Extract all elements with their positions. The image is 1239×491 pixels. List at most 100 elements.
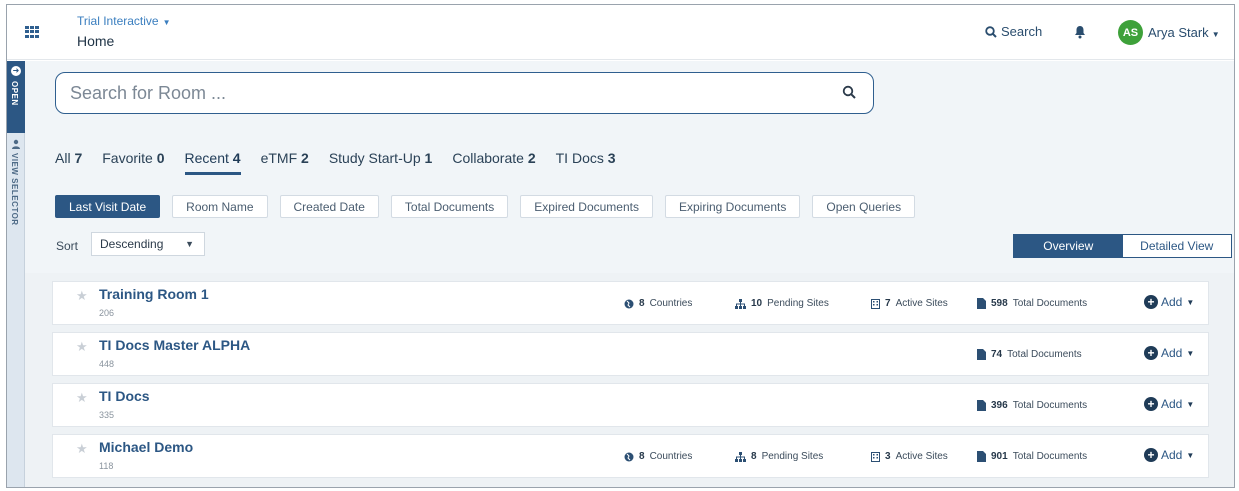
- favorite-star-icon[interactable]: ★: [76, 390, 88, 406]
- room-id: 206: [99, 308, 115, 318]
- tab-count: 0: [156, 150, 165, 166]
- room-id: 118: [99, 461, 114, 471]
- active-sites-stat: 3 Active Sites: [871, 451, 948, 462]
- room-list: ★ Training Room 1 206 8 Countries 10 Pendi…: [25, 273, 1234, 487]
- room-row[interactable]: ★ TI Docs Master ALPHA 448 74 Total Docum…: [52, 332, 1209, 376]
- add-button[interactable]: + Add ▼: [1144, 346, 1194, 360]
- favorite-star-icon[interactable]: ★: [76, 441, 88, 457]
- building-icon: [871, 299, 880, 309]
- plus-circle-icon: +: [1144, 448, 1158, 462]
- room-id: 448: [99, 359, 115, 369]
- room-name[interactable]: Michael Demo: [99, 439, 193, 455]
- favorite-star-icon[interactable]: ★: [76, 288, 88, 304]
- sort-chip-open-queries[interactable]: Open Queries: [812, 195, 916, 218]
- total-documents-count: 74: [991, 349, 1003, 360]
- header-search-label: Search: [1001, 24, 1043, 39]
- tab-ti-docs[interactable]: TI Docs 3: [556, 150, 616, 172]
- arrow-right-circle-icon: ➜: [11, 66, 21, 76]
- app-switcher[interactable]: Trial Interactive ▼: [77, 14, 171, 28]
- app-grid-icon[interactable]: [25, 26, 39, 38]
- tab-label: Study Start-Up: [328, 150, 421, 166]
- avatar[interactable]: AS: [1118, 20, 1143, 45]
- view-selector-tab[interactable]: ➜ OPEN VIEW SELECTOR: [7, 61, 25, 487]
- room-name[interactable]: TI Docs Master ALPHA: [99, 337, 250, 353]
- tab-etmf[interactable]: eTMF 2: [261, 150, 309, 172]
- chevron-down-icon: ▼: [162, 18, 171, 27]
- tab-count: 1: [424, 150, 433, 166]
- tab-all[interactable]: All 7: [55, 150, 82, 172]
- room-row[interactable]: ★ Michael Demo 118 8 Countries 8 Pending S…: [52, 434, 1209, 478]
- total-documents-count: 901: [991, 451, 1008, 462]
- top-header: Trial Interactive ▼ Home Search AS Arya S…: [7, 5, 1234, 60]
- bell-icon[interactable]: [1074, 25, 1086, 44]
- pending-sites-label: Pending Sites: [767, 298, 829, 309]
- tab-label: TI Docs: [555, 150, 604, 166]
- search-icon[interactable]: [842, 85, 856, 99]
- room-row[interactable]: ★ Training Room 1 206 8 Countries 10 Pendi…: [52, 281, 1209, 325]
- add-label: Add: [1161, 397, 1183, 411]
- pending-sites-stat: 8 Pending Sites: [735, 451, 823, 462]
- chevron-down-icon: ▼: [1211, 30, 1220, 39]
- pending-sites-count: 8: [751, 451, 757, 462]
- sort-label: Sort: [56, 239, 79, 253]
- overview-button[interactable]: Overview: [1014, 235, 1123, 257]
- header-search-button[interactable]: Search: [985, 24, 1042, 39]
- active-sites-label: Active Sites: [895, 298, 948, 309]
- total-documents-stat: 74 Total Documents: [977, 349, 1082, 360]
- chevron-down-icon: ▼: [1186, 297, 1195, 307]
- total-documents-label: Total Documents: [1012, 298, 1088, 309]
- room-search-input[interactable]: [70, 82, 810, 104]
- tab-study-start-up[interactable]: Study Start-Up 1: [329, 150, 433, 172]
- total-documents-count: 598: [991, 298, 1008, 309]
- sort-order-select[interactable]: Descending ▼: [91, 232, 205, 256]
- add-button[interactable]: + Add ▼: [1144, 448, 1194, 462]
- room-name[interactable]: TI Docs: [99, 388, 150, 404]
- countries-stat: 8 Countries: [624, 451, 692, 462]
- sort-field-chips: Last Visit Date Room Name Created Date T…: [55, 195, 927, 218]
- tab-label: Favorite: [102, 150, 153, 166]
- sort-chip-room-name[interactable]: Room Name: [172, 195, 268, 218]
- active-sites-count: 7: [885, 298, 891, 309]
- sort-chip-last-visit-date[interactable]: Last Visit Date: [55, 195, 161, 218]
- add-button[interactable]: + Add ▼: [1144, 397, 1194, 411]
- sort-chip-created-date[interactable]: Created Date: [279, 195, 379, 218]
- user-name: Arya Stark: [1148, 25, 1209, 40]
- building-icon: [871, 452, 880, 462]
- room-row[interactable]: ★ TI Docs 335 396 Total Documents + Add ▼: [52, 383, 1209, 427]
- tab-label: Recent: [184, 150, 229, 166]
- active-sites-stat: 7 Active Sites: [871, 298, 948, 309]
- total-documents-label: Total Documents: [1007, 349, 1082, 360]
- user-menu[interactable]: Arya Stark ▼: [1148, 25, 1220, 40]
- tab-collaborate[interactable]: Collaborate 2: [452, 150, 535, 172]
- sort-order-value: Descending: [100, 237, 164, 251]
- tab-favorite[interactable]: Favorite 0: [102, 150, 164, 172]
- sort-chip-expiring-documents[interactable]: Expiring Documents: [664, 195, 801, 218]
- open-tab[interactable]: ➜ OPEN: [7, 61, 25, 133]
- countries-count: 8: [639, 298, 645, 309]
- countries-label: Countries: [649, 298, 693, 309]
- sort-chip-expired-documents[interactable]: Expired Documents: [520, 195, 653, 218]
- add-label: Add: [1161, 295, 1183, 309]
- tab-label: All: [55, 150, 71, 166]
- tab-recent[interactable]: Recent 4: [184, 150, 241, 175]
- chevron-down-icon: ▼: [1186, 450, 1195, 460]
- room-filter-panel: All 7 Favorite 0 Recent 4 eTMF 2 Study S…: [25, 61, 1234, 273]
- total-documents-label: Total Documents: [1012, 400, 1088, 411]
- pending-sites-stat: 10 Pending Sites: [735, 298, 829, 309]
- total-documents-stat: 396 Total Documents: [977, 400, 1087, 411]
- room-name[interactable]: Training Room 1: [99, 286, 209, 302]
- detailed-view-button[interactable]: Detailed View: [1123, 235, 1232, 257]
- sitemap-icon: [735, 451, 746, 462]
- total-documents-count: 396: [991, 400, 1008, 411]
- user-icon: [12, 139, 20, 149]
- page-title: Home: [77, 33, 115, 49]
- tab-label: Collaborate: [452, 150, 524, 166]
- favorite-star-icon[interactable]: ★: [76, 339, 88, 355]
- countries-stat: 8 Countries: [624, 298, 692, 309]
- sort-chip-total-documents[interactable]: Total Documents: [390, 195, 509, 218]
- globe-icon: [624, 299, 634, 308]
- document-icon: [977, 349, 986, 360]
- add-button[interactable]: + Add ▼: [1144, 295, 1194, 309]
- room-search-box: [55, 72, 874, 114]
- active-sites-label: Active Sites: [895, 451, 948, 462]
